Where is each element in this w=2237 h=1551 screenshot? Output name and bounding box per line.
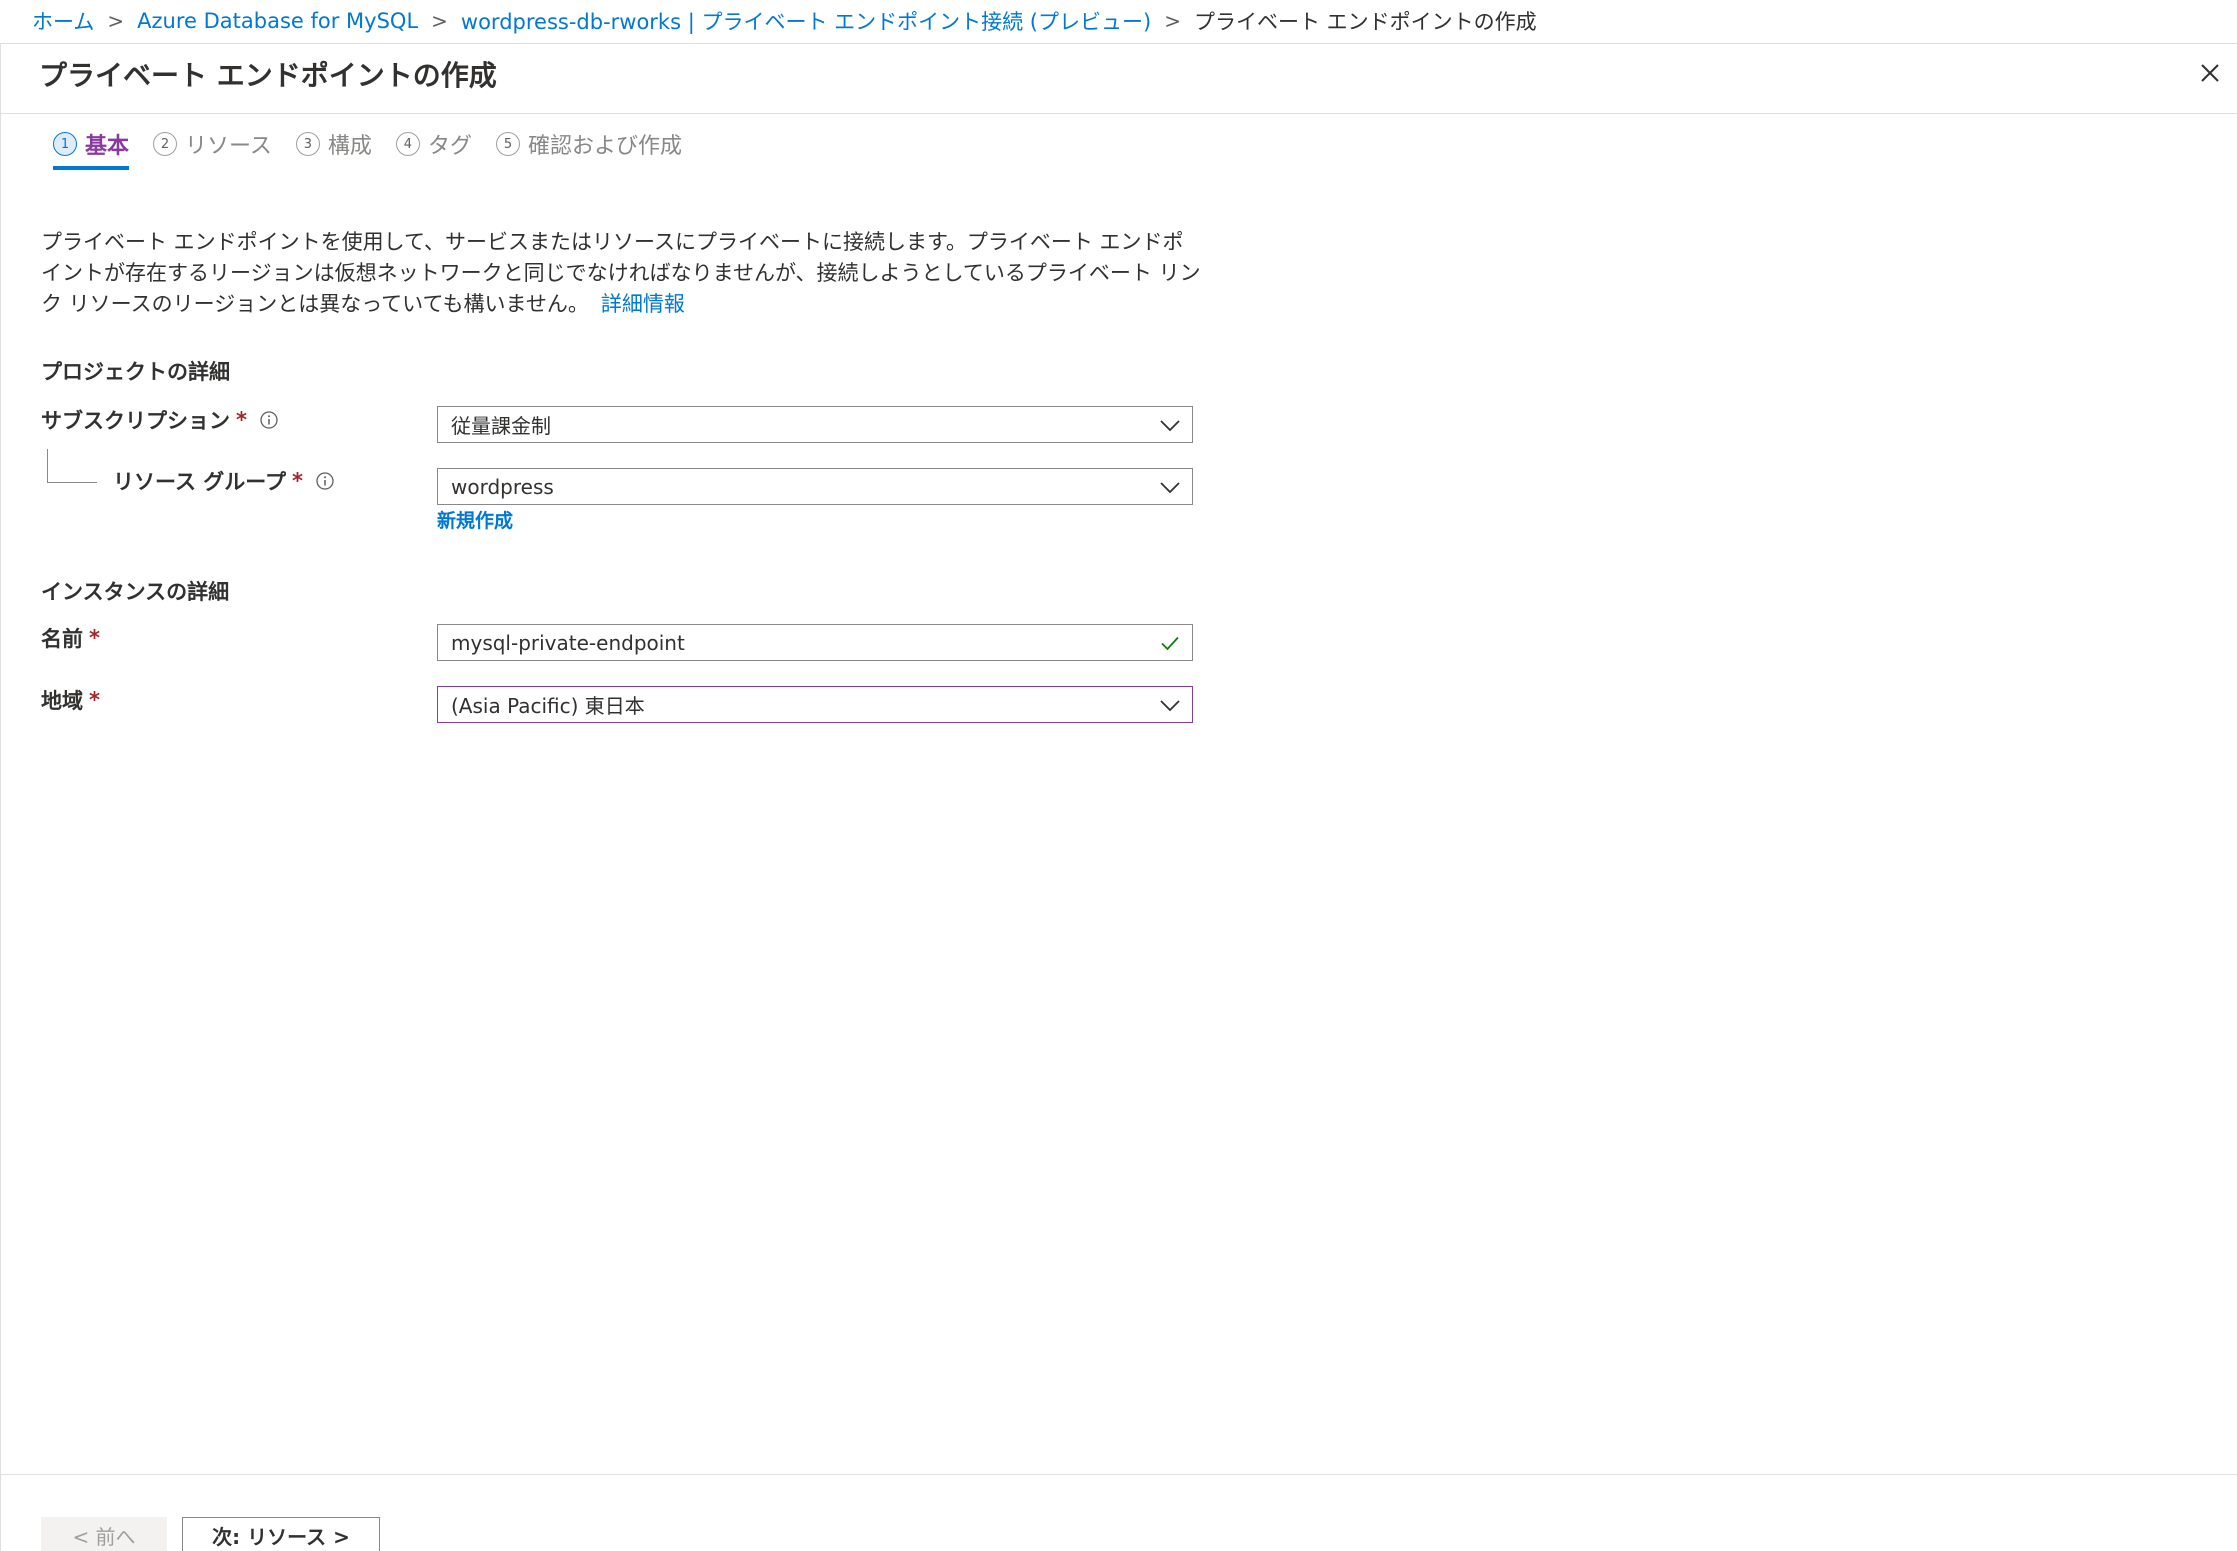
tree-connector bbox=[47, 449, 97, 483]
resource-group-label-text: リソース グループ bbox=[113, 470, 287, 494]
page: ホーム > Azure Database for MySQL > wordpre… bbox=[0, 0, 2237, 1551]
resource-group-dropdown[interactable]: wordpress bbox=[437, 468, 1193, 505]
step-number: 1 bbox=[53, 132, 77, 156]
name-label-text: 名前 bbox=[41, 627, 83, 651]
breadcrumb-endpoint-connections[interactable]: wordpress-db-rworks | プライベート エンドポイント接続 (… bbox=[461, 6, 1151, 36]
tab-basics[interactable]: 1 基本 bbox=[53, 124, 130, 170]
tab-configuration[interactable]: 3 構成 bbox=[295, 124, 372, 164]
tab-label: タグ bbox=[427, 134, 472, 159]
breadcrumb-separator-icon: > bbox=[107, 9, 125, 33]
create-private-endpoint-panel: プライベート エンドポイントの作成 1 基本 2 リソース 3 構成 4 タグ bbox=[0, 43, 2237, 1551]
project-details-heading: プロジェクトの詳細 bbox=[41, 360, 230, 384]
name-input[interactable]: mysql-private-endpoint bbox=[437, 624, 1193, 661]
name-value: mysql-private-endpoint bbox=[451, 630, 685, 655]
resource-group-label: リソース グループ * bbox=[113, 466, 335, 496]
resource-group-value: wordpress bbox=[451, 474, 554, 499]
checkmark-icon bbox=[1161, 636, 1179, 650]
name-label: 名前 * bbox=[41, 623, 100, 653]
step-number: 2 bbox=[153, 132, 178, 156]
chevron-down-icon bbox=[1160, 481, 1180, 493]
tab-label: 構成 bbox=[327, 134, 372, 159]
subscription-label-text: サブスクリプション bbox=[41, 409, 230, 433]
required-marker: * bbox=[236, 408, 247, 432]
chevron-down-icon bbox=[1160, 699, 1180, 711]
create-new-resource-group-link[interactable]: 新規作成 bbox=[437, 506, 513, 533]
breadcrumb-separator-icon: > bbox=[431, 9, 448, 33]
page-title: プライベート エンドポイントの作成 bbox=[39, 59, 497, 92]
description: プライベート エンドポイントを使用して、サービスまたはリソースにプライベートに接… bbox=[41, 227, 1201, 320]
breadcrumb: ホーム > Azure Database for MySQL > wordpre… bbox=[32, 0, 1537, 42]
tab-tags[interactable]: 4 タグ bbox=[395, 124, 472, 164]
breadcrumb-separator-icon: > bbox=[1164, 9, 1181, 33]
wizard-tabs: 1 基本 2 リソース 3 構成 4 タグ 5 確認および作成 bbox=[53, 124, 706, 170]
subscription-dropdown[interactable]: 従量課金制 bbox=[437, 406, 1193, 443]
step-number: 5 bbox=[495, 132, 520, 156]
subscription-value: 従量課金制 bbox=[451, 414, 551, 438]
panel-footer: < 前へ 次: リソース > bbox=[1, 1474, 2237, 1551]
step-number: 3 bbox=[295, 132, 320, 156]
step-number: 4 bbox=[395, 132, 420, 156]
required-marker: * bbox=[89, 688, 100, 712]
info-icon[interactable] bbox=[259, 410, 279, 430]
subscription-label: サブスクリプション * bbox=[41, 405, 279, 435]
region-dropdown[interactable]: (Asia Pacific) 東日本 bbox=[437, 686, 1193, 723]
required-marker: * bbox=[89, 626, 100, 650]
region-label: 地域 * bbox=[41, 685, 100, 715]
previous-button[interactable]: < 前へ bbox=[41, 1517, 167, 1551]
breadcrumb-current: プライベート エンドポイントの作成 bbox=[1193, 10, 1537, 34]
region-value: (Asia Pacific) 東日本 bbox=[451, 694, 645, 718]
close-icon[interactable] bbox=[2195, 58, 2225, 88]
breadcrumb-mysql[interactable]: Azure Database for MySQL bbox=[137, 9, 418, 33]
breadcrumb-home[interactable]: ホーム bbox=[32, 6, 94, 36]
tab-label: 確認および作成 bbox=[527, 134, 682, 159]
instance-details-heading: インスタンスの詳細 bbox=[41, 580, 230, 604]
chevron-down-icon bbox=[1160, 419, 1180, 431]
region-label-text: 地域 bbox=[41, 689, 83, 713]
required-marker: * bbox=[292, 469, 303, 493]
tab-label: リソース bbox=[185, 134, 272, 159]
info-icon[interactable] bbox=[315, 471, 335, 491]
tab-label: 基本 bbox=[85, 134, 130, 159]
next-resources-button[interactable]: 次: リソース > bbox=[182, 1517, 380, 1551]
panel-header: プライベート エンドポイントの作成 bbox=[1, 44, 2237, 114]
tab-resources[interactable]: 2 リソース bbox=[153, 124, 272, 164]
tab-review-create[interactable]: 5 確認および作成 bbox=[495, 124, 682, 164]
learn-more-link[interactable]: 詳細情報 bbox=[601, 292, 685, 316]
